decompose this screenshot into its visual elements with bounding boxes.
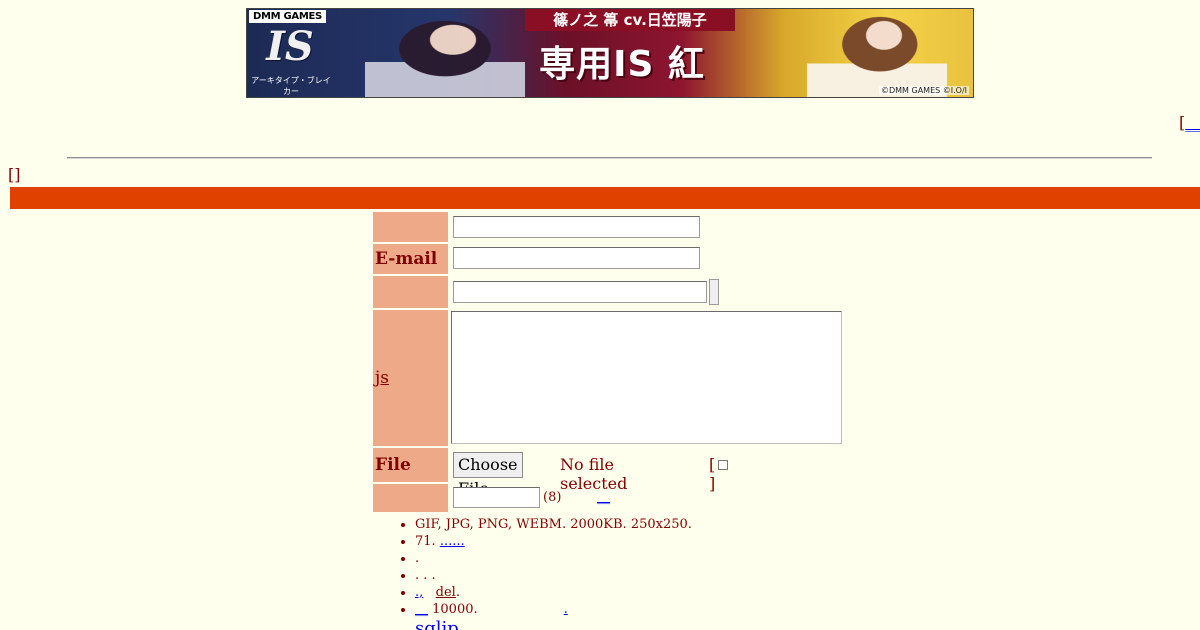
password-input[interactable] <box>453 487 540 508</box>
rule-item: . . . <box>415 567 692 584</box>
del-link[interactable]: del <box>436 585 456 600</box>
textonly-checkbox-wrap: [] <box>709 455 731 493</box>
banner-title: 専用IS 紅椿 <box>539 44 705 85</box>
submit-button[interactable] <box>709 279 719 305</box>
file-label: File <box>373 448 448 482</box>
logo-subtitle: アーキタイプ・ブレイカー <box>251 76 331 96</box>
subject-label <box>373 276 448 308</box>
comment-js-link[interactable]: js <box>375 368 389 388</box>
rule-tail-link[interactable]: . <box>564 602 568 617</box>
rule-text: . <box>455 585 460 600</box>
dmm-games-badge: DMM GAMES <box>249 10 326 23</box>
rule-text: . . . <box>415 568 436 583</box>
character-name: 篠ノ之 箒 cv.日笠陽子 <box>525 9 735 31</box>
top-left-bracket: [] <box>8 165 21 184</box>
sglip-link[interactable]: sglip <box>415 618 459 630</box>
file-label-text: File <box>375 455 411 475</box>
top-right-nav: [__ <box>1179 113 1200 132</box>
rule-item: GIF, JPG, PNG, WEBM. 2000KB. 250x250. <box>415 516 692 533</box>
email-label: E-mail <box>373 244 448 274</box>
email-input[interactable] <box>453 247 700 269</box>
name-label <box>373 212 448 242</box>
rule-text: 71. <box>415 534 436 549</box>
rule-text: . <box>415 551 420 566</box>
comment-label: js <box>373 310 448 446</box>
subject-input[interactable] <box>453 281 707 303</box>
banner-ad[interactable]: DMM GAMES IS アーキタイプ・ブレイカー 篠ノ之 箒 cv.日笠陽子 … <box>246 8 974 98</box>
rule-item: . <box>415 550 692 567</box>
checkbox-bracket-close: ] <box>709 474 716 493</box>
posting-rules: GIF, JPG, PNG, WEBM. 2000KB. 250x250. 71… <box>400 516 692 618</box>
rule-item: __ 10000.. <box>415 601 692 618</box>
divider <box>67 157 1152 159</box>
banner-copyright: ©DMM GAMES ©I.O/I <box>878 86 969 95</box>
character-left-image <box>365 9 525 97</box>
checkbox-bracket-open: [ <box>709 455 716 474</box>
email-label-text: E-mail <box>375 249 438 269</box>
password-hint: (8) <box>543 490 562 505</box>
is-logo: IS <box>266 23 314 70</box>
choose-file-button[interactable]: Choose File <box>453 452 523 498</box>
file-status: No file selected <box>560 455 628 493</box>
rule-text: GIF, JPG, PNG, WEBM. 2000KB. 250x250. <box>415 517 692 532</box>
page: DMM GAMES IS アーキタイプ・ブレイカー 篠ノ之 箒 cv.日笠陽子 … <box>0 0 1200 630</box>
character-right-image <box>807 9 947 97</box>
rule-item: 71. ...... <box>415 533 692 550</box>
top-right-link[interactable]: __ <box>1185 113 1200 132</box>
name-input[interactable] <box>453 216 700 238</box>
textonly-checkbox[interactable] <box>718 460 729 470</box>
password-label <box>373 484 448 512</box>
rule-link[interactable]: __ <box>415 602 428 617</box>
rule-link[interactable]: ., <box>415 585 423 600</box>
post-mode-bar <box>10 187 1200 209</box>
rule-item: ., del. <box>415 584 692 601</box>
comment-textarea[interactable] <box>451 311 842 444</box>
rule-text: 10000. <box>432 602 478 617</box>
rule-link[interactable]: ...... <box>440 534 465 549</box>
password-help-link[interactable]: __ <box>597 490 610 505</box>
